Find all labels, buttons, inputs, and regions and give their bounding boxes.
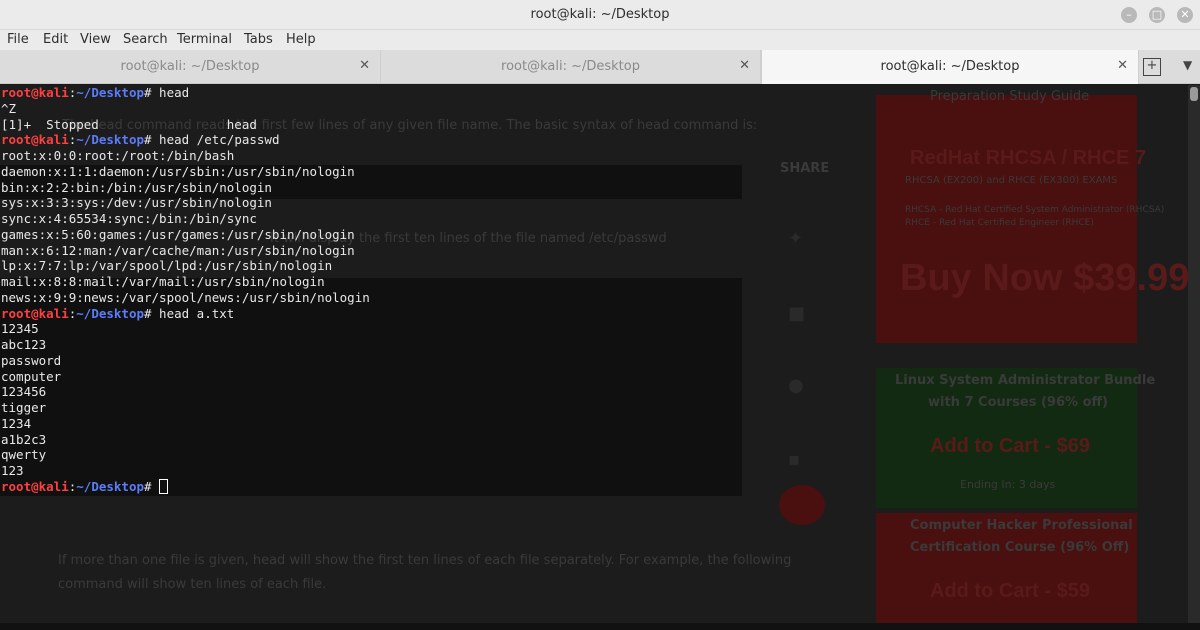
- ad-title: Computer Hacker Professional: [910, 518, 1133, 533]
- terminal-prompt-line: root@kali:~/Desktop# head /etc/passwd: [1, 132, 370, 148]
- ad-title: RedHat RHCSA / RHCE 7: [910, 147, 1146, 169]
- terminal-output-line: bin:x:2:2:bin:/bin:/usr/sbin/nologin: [1, 179, 272, 195]
- prompt-command: [152, 479, 160, 494]
- terminal-output-line: daemon:x:1:1:daemon:/usr/sbin:/usr/sbin/…: [1, 163, 355, 179]
- menu-help[interactable]: Help: [286, 32, 316, 47]
- ad-line: RHCSA - Red Hat Certified System Adminis…: [905, 205, 1165, 215]
- linkedin-icon: ▪: [788, 449, 801, 470]
- terminal-output-line: lp:x:7:7:lp:/var/spool/lpd:/usr/sbin/nol…: [1, 258, 333, 274]
- terminal-output-line: tigger: [1, 400, 47, 415]
- tab-2[interactable]: root@kali: ~/Desktop ✕: [381, 50, 761, 84]
- facebook-icon: ■: [788, 303, 806, 324]
- terminal-output-line: man:x:6:12:man:/var/cache/man:/usr/sbin/…: [1, 242, 355, 258]
- terminal-output-line: password: [1, 352, 62, 368]
- terminal-prompt-line: root@kali:~/Desktop# head: [1, 85, 370, 101]
- window-title: root@kali: ~/Desktop: [530, 7, 670, 22]
- prompt-symbol: #: [144, 85, 152, 100]
- maximize-button[interactable]: □: [1149, 7, 1165, 23]
- terminal-output-line: 1234: [1, 415, 32, 431]
- terminal-output-line: qwerty: [1, 447, 47, 463]
- terminal-output-line: 123: [1, 463, 24, 478]
- terminal-output-line: 123456: [1, 384, 47, 400]
- menu-search[interactable]: Search: [123, 32, 168, 47]
- prompt-symbol: #: [144, 132, 152, 148]
- close-tab-icon[interactable]: ✕: [739, 58, 750, 73]
- terminal-output: root@kali:~/Desktop# head ^Z [1]+ Stopped …: [1, 85, 370, 495]
- menu-tabs[interactable]: Tabs: [244, 32, 273, 47]
- prompt-user: root@kali: [1, 478, 69, 494]
- tab-label: root@kali: ~/Desktop: [501, 59, 640, 74]
- terminal-view[interactable]: The head command reads the first few lin…: [0, 85, 1188, 623]
- ad-line: RHCE - Red Hat Certified Engineer (RHCE): [905, 218, 1094, 228]
- terminal-output-line: news:x:9:9:news:/var/spool/news:/usr/sbi…: [1, 289, 370, 305]
- terminal-prompt-line: root@kali:~/Desktop#: [1, 478, 370, 495]
- terminal-output-line: mail:x:8:8:mail:/var/mail:/usr/sbin/nolo…: [1, 274, 325, 289]
- close-tab-icon[interactable]: ✕: [1117, 58, 1128, 73]
- terminal-scrollbar[interactable]: [1188, 85, 1200, 623]
- tab-1[interactable]: root@kali: ~/Desktop ✕: [0, 50, 381, 84]
- prompt-command: head /etc/passwd: [151, 132, 280, 148]
- ad-subtitle: Certification Course (96% Off): [910, 540, 1130, 555]
- article-text: command will show ten lines of each file…: [58, 577, 327, 592]
- terminal-output-line: [1]+ Stopped head: [1, 116, 257, 132]
- prompt-path: ~/Desktop: [76, 478, 144, 494]
- menu-terminal[interactable]: Terminal: [177, 32, 232, 47]
- terminal-output-line: ^Z: [1, 100, 17, 116]
- terminal-output-line: computer: [1, 368, 62, 384]
- share-label: SHARE: [780, 161, 830, 176]
- ad-ending: Ending In: 3 days: [960, 478, 1056, 491]
- text-cursor: [159, 478, 169, 494]
- prompt-path: ~/Desktop: [76, 85, 144, 100]
- ad-subtitle: with 7 Courses (96% off): [928, 395, 1108, 410]
- tab-bar: root@kali: ~/Desktop ✕ root@kali: ~/Desk…: [0, 50, 1200, 84]
- prompt-user: root@kali: [1, 305, 69, 321]
- scrollbar-thumb[interactable]: [1190, 87, 1198, 101]
- prompt-symbol: #: [144, 478, 152, 494]
- ad-heading: Preparation Study Guide: [930, 89, 1090, 104]
- google-plus-icon: ●: [788, 375, 804, 396]
- minimize-button[interactable]: –: [1121, 7, 1137, 23]
- bottom-edge: [0, 623, 1200, 630]
- window-titlebar[interactable]: root@kali: ~/Desktop – □ ✕: [0, 0, 1200, 30]
- menu-edit[interactable]: Edit: [43, 32, 68, 47]
- ad-cta: Add to Cart - $59: [930, 580, 1091, 602]
- ad-cta: Add to Cart - $69: [930, 435, 1091, 457]
- ad-subtitle: RHCSA (EX200) and RHCE (EX300) EXAMS: [905, 175, 1118, 186]
- terminal-output-line: games:x:5:60:games:/usr/games:/usr/sbin/…: [1, 226, 355, 242]
- prompt-user: root@kali: [1, 85, 69, 100]
- prompt-symbol: #: [144, 305, 152, 321]
- prompt-command: head: [151, 85, 190, 100]
- tab-label: root@kali: ~/Desktop: [880, 59, 1020, 74]
- ad-title: Linux System Administrator Bundle: [895, 373, 1156, 388]
- prompt-path: ~/Desktop: [76, 305, 144, 321]
- tab-list-chevron-icon[interactable]: ▼: [1183, 58, 1192, 72]
- new-tab-button[interactable]: +: [1143, 58, 1161, 76]
- terminal-output-line: sys:x:3:3:sys:/dev:/usr/sbin/nologin: [1, 195, 272, 211]
- tab-3-active[interactable]: root@kali: ~/Desktop ✕: [761, 50, 1139, 84]
- menu-bar: File Edit View Search Terminal Tabs Help: [0, 30, 1200, 50]
- ad-price: Buy Now $39.99: [900, 257, 1188, 299]
- terminal-output-line: sync:x:4:65534:sync:/bin:/bin/sync: [1, 211, 257, 226]
- terminal-prompt-line: root@kali:~/Desktop# head a.txt: [1, 306, 370, 322]
- terminal-output-line: a1b2c3: [1, 431, 47, 447]
- prompt-user: root@kali: [1, 132, 69, 148]
- terminal-output-line: root:x:0:0:root:/root:/bin/bash: [1, 148, 235, 163]
- terminal-output-line: 12345: [1, 321, 39, 337]
- prompt-path: ~/Desktop: [76, 132, 144, 148]
- shop-badge: [779, 485, 825, 525]
- close-tab-icon[interactable]: ✕: [359, 58, 370, 73]
- tab-label: root@kali: ~/Desktop: [120, 59, 260, 74]
- close-window-button[interactable]: ✕: [1177, 7, 1193, 23]
- menu-file[interactable]: File: [7, 32, 29, 47]
- twitter-icon: ✦: [788, 228, 804, 249]
- prompt-command: head a.txt: [151, 305, 235, 321]
- article-text: If more than one file is given, head wil…: [58, 553, 792, 568]
- terminal-output-line: abc123: [1, 337, 47, 352]
- menu-view[interactable]: View: [80, 32, 111, 47]
